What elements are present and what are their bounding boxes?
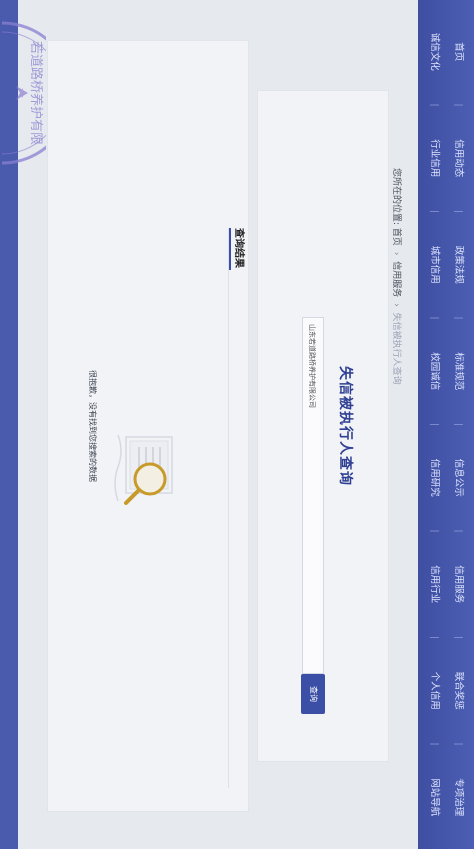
results-title-underline <box>229 228 231 270</box>
nav-item-policy[interactable]: 政策法规 <box>446 213 468 316</box>
breadcrumb-arrow-icon: › <box>391 251 401 256</box>
company-seal-stamp: 若道路桥养护有限 <box>1 21 46 165</box>
nav-item-city-credit[interactable]: 城市信用 <box>422 213 444 316</box>
nav-item-credit-service[interactable]: 信用服务 <box>446 533 468 636</box>
nav-item-personal-credit[interactable]: 个人信用 <box>422 639 444 742</box>
query-panel: 失信被执行人查询 山东若道路桥养护有限公司 查询 <box>257 90 389 762</box>
nav-item-home[interactable]: 首页 <box>446 0 468 103</box>
breadcrumb-arrow-icon: › <box>391 303 401 307</box>
breadcrumb-home-link[interactable]: 首页 <box>391 228 401 246</box>
query-button[interactable]: 查询 <box>301 674 325 714</box>
rotated-page: 首页 | 信用动态 | 政策法规 | 标准规范 | 信息公示 | 信用服务 | … <box>0 0 474 849</box>
results-panel: 查询结果 很抱歉，没有找到您搜索的数据 <box>47 40 249 812</box>
breadcrumb-section-link[interactable]: 信用服务 <box>391 261 401 297</box>
nav-row-2: 诚信文化 | 行业信用 | 城市信用 | 校园诚信 | 信用研究 | 信用行业 … <box>422 0 444 849</box>
nav-item-standards[interactable]: 标准规范 <box>446 320 468 423</box>
seal-lettering: 若道路桥养护有限 <box>28 41 44 145</box>
nav-item-disclosure[interactable]: 信息公示 <box>446 426 468 529</box>
breadcrumb: 您所在的位置: 首页 › 信用服务 › 失信被执行人查询 <box>391 168 404 385</box>
nav-item-industry-credit[interactable]: 行业信用 <box>422 107 444 210</box>
nav-item-credit-news[interactable]: 信用动态 <box>446 107 468 210</box>
nav-item-special-governance[interactable]: 专项治理 <box>446 746 468 849</box>
nav-row-1: 首页 | 信用动态 | 政策法规 | 标准规范 | 信息公示 | 信用服务 | … <box>446 0 468 849</box>
breadcrumb-current: 失信被执行人查询 <box>391 312 401 385</box>
nav-item-joint-rewards[interactable]: 联合奖惩 <box>446 639 468 742</box>
results-title: 查询结果 <box>233 228 244 268</box>
breadcrumb-prefix: 您所在的位置: <box>391 168 401 226</box>
company-search-input[interactable]: 山东若道路桥养护有限公司 <box>302 317 324 674</box>
no-results-magnifier-icon <box>114 434 173 505</box>
nav-item-site-map[interactable]: 网站导航 <box>422 746 444 849</box>
nav-item-credit-industry[interactable]: 信用行业 <box>422 533 444 636</box>
results-divider <box>228 228 229 788</box>
page-title: 失信被执行人查询 <box>337 366 353 486</box>
nav-item-integrity-culture[interactable]: 诚信文化 <box>422 0 444 103</box>
nav-item-credit-research[interactable]: 信用研究 <box>422 426 444 529</box>
nav-item-campus-integrity[interactable]: 校园诚信 <box>422 320 444 423</box>
top-navigation: 首页 | 信用动态 | 政策法规 | 标准规范 | 信息公示 | 信用服务 | … <box>418 0 474 849</box>
empty-results-message: 很抱歉，没有找到您搜索的数据 <box>88 370 97 482</box>
